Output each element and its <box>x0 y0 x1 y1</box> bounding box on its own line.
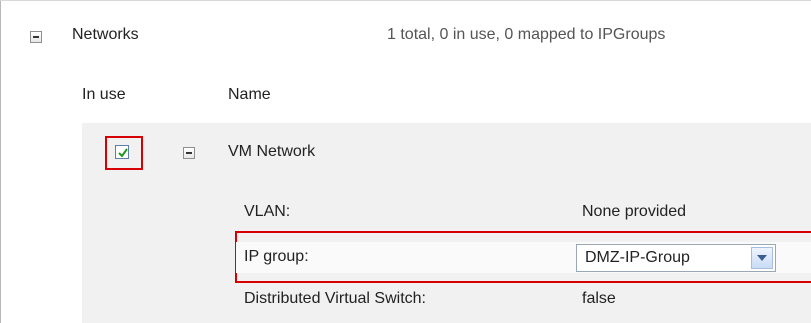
dvs-value: false <box>582 290 616 307</box>
networks-collapse-icon[interactable] <box>30 31 42 43</box>
vlan-value: None provided <box>582 203 687 220</box>
ip-group-label: IP group: <box>244 248 309 265</box>
panel-left-border <box>0 0 1 323</box>
checkmark-icon <box>118 148 128 158</box>
network-name: VM Network <box>228 143 316 160</box>
vm-network-collapse-icon[interactable] <box>183 147 195 159</box>
networks-summary: 1 total, 0 in use, 0 mapped to IPGroups <box>387 26 666 43</box>
column-name: Name <box>228 86 271 103</box>
in-use-checkbox[interactable] <box>115 145 129 159</box>
ip-group-select[interactable]: DMZ-IP-Group <box>576 244 776 272</box>
ip-group-selected-value: DMZ-IP-Group <box>585 249 690 266</box>
dvs-label: Distributed Virtual Switch: <box>244 290 426 307</box>
networks-title: Networks <box>72 26 139 43</box>
vlan-label: VLAN: <box>244 203 291 220</box>
chevron-down-icon[interactable] <box>751 247 773 269</box>
column-in-use: In use <box>82 86 126 103</box>
panel-top-border <box>0 0 811 1</box>
